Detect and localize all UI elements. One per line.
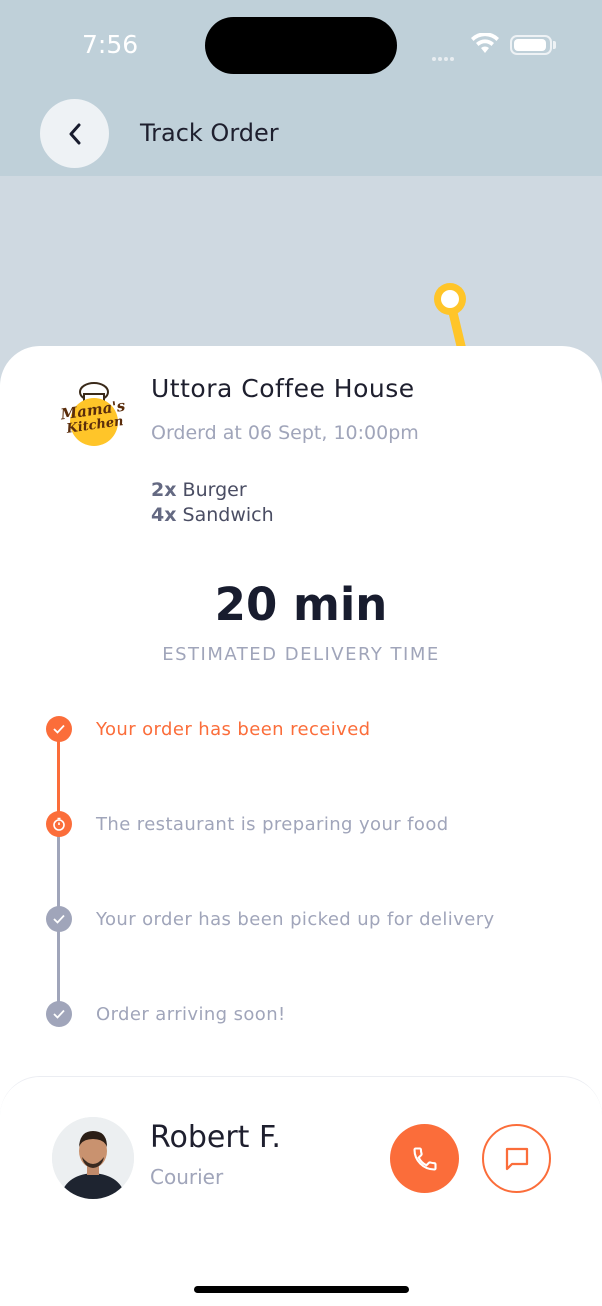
signal-icon — [432, 46, 456, 65]
restaurant-name: Uttora Coffee House — [151, 374, 415, 403]
back-button[interactable] — [40, 99, 109, 168]
step-text-picked-up: Your order has been picked up for delive… — [96, 909, 495, 930]
eta-label: ESTIMATED DELIVERY TIME — [162, 644, 440, 665]
step-dot-current — [46, 811, 72, 837]
chat-icon — [505, 1147, 528, 1170]
step-dot-done — [46, 716, 72, 742]
avatar — [52, 1117, 134, 1199]
page-title: Track Order — [140, 119, 279, 147]
step-dot-pending — [46, 906, 72, 932]
phone-icon — [412, 1146, 437, 1171]
list-item: 2x Burger — [151, 479, 247, 501]
status-bar: 7:56 — [0, 0, 602, 90]
status-time: 7:56 — [82, 30, 139, 59]
check-icon — [53, 1009, 65, 1019]
list-item: 4x Sandwich — [151, 504, 274, 526]
chevron-left-icon — [69, 123, 80, 144]
route-pin-icon — [434, 283, 467, 350]
order-timestamp: Orderd at 06 Sept, 10:00pm — [151, 422, 419, 444]
stopwatch-icon — [53, 817, 65, 831]
courier-name: Robert F. — [150, 1120, 281, 1155]
message-button[interactable] — [482, 1124, 551, 1193]
step-text-preparing: The restaurant is preparing your food — [96, 814, 449, 835]
home-indicator[interactable] — [194, 1286, 409, 1293]
dynamic-island — [205, 17, 397, 74]
eta-value: 20 min — [214, 578, 388, 631]
courier-photo — [52, 1117, 134, 1199]
restaurant-logo: Mama's Kitchen — [56, 380, 132, 450]
order-items: 2x Burger 4x Sandwich — [151, 478, 274, 528]
wifi-icon — [471, 33, 499, 53]
check-icon — [53, 914, 65, 924]
step-text-arriving: Order arriving soon! — [96, 1004, 286, 1025]
step-text-received: Your order has been received — [96, 719, 371, 740]
battery-icon — [510, 35, 552, 55]
step-dot-pending — [46, 1001, 72, 1027]
check-icon — [53, 724, 65, 734]
battery-nub — [553, 41, 556, 49]
call-button[interactable] — [390, 1124, 459, 1193]
courier-role: Courier — [150, 1165, 224, 1189]
